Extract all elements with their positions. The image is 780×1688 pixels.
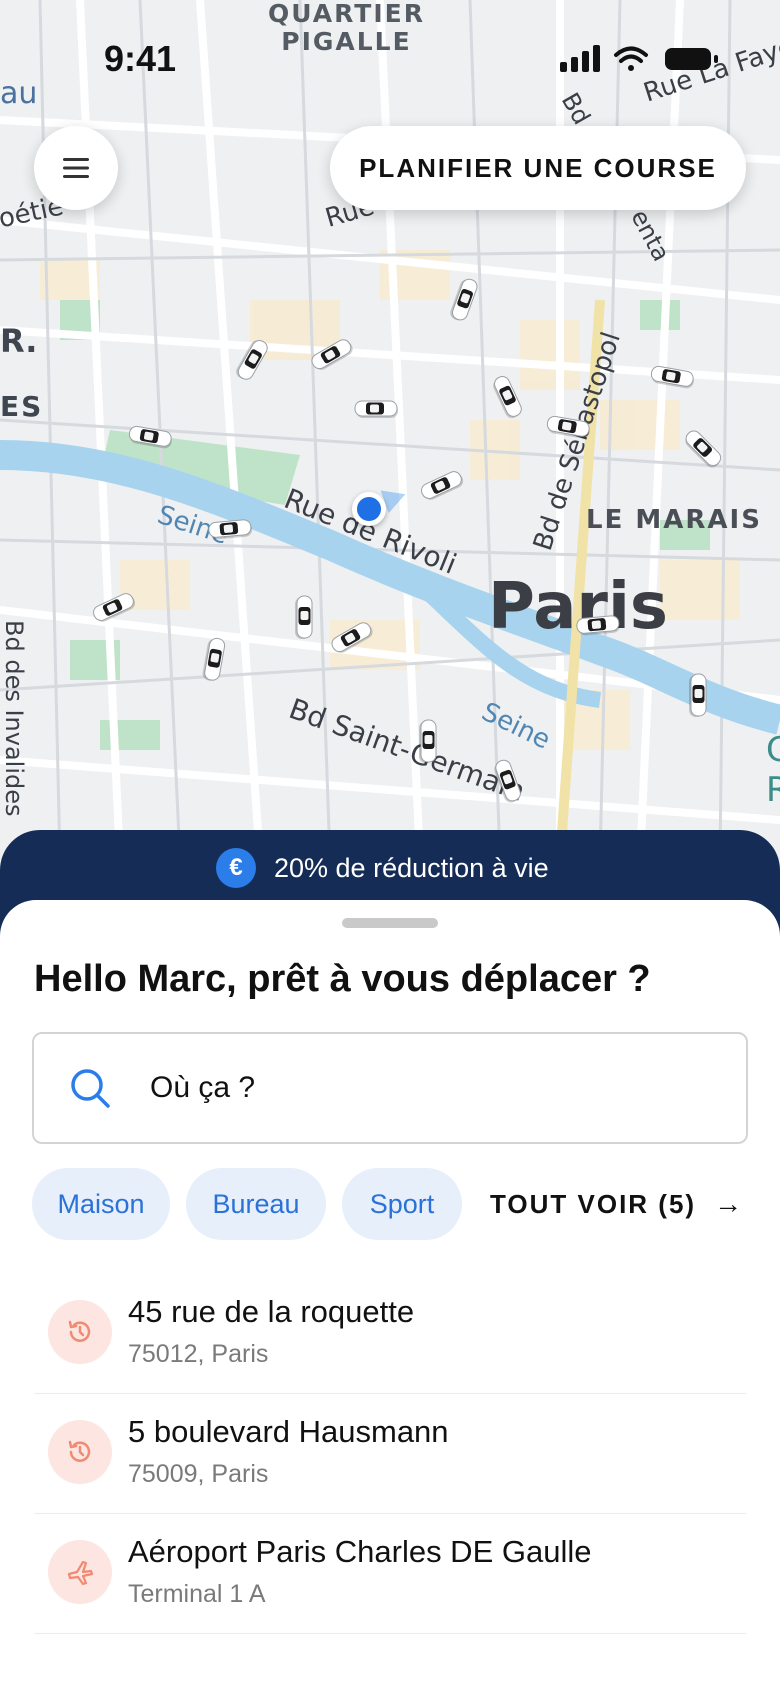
list-item[interactable]: 5 boulevard Hausmann 75009, Paris [34, 1394, 746, 1514]
see-all-label: TOUT VOIR (5) [490, 1188, 697, 1219]
greeting-title: Hello Marc, prêt à vous déplacer ? [34, 958, 651, 1000]
place-title: 5 boulevard Hausmann [128, 1414, 449, 1449]
search-text: Où ça ? [150, 1071, 256, 1104]
map-label-r: R. [0, 322, 38, 360]
menu-button[interactable] [34, 126, 118, 210]
euro-icon: € [216, 848, 256, 888]
chip-bureau[interactable]: Bureau [186, 1168, 326, 1240]
destination-search-input[interactable]: Où ça ? [32, 1032, 748, 1144]
signal-icon [560, 45, 600, 72]
map-label-le-marais: LE MARAIS [586, 505, 762, 535]
place-title: 45 rue de la roquette [128, 1294, 415, 1329]
battery-icon [665, 48, 718, 70]
place-subtitle: Terminal 1 A [128, 1580, 266, 1608]
status-icons [560, 44, 730, 79]
list-item[interactable]: Aéroport Paris Charles DE Gaulle Termina… [34, 1514, 746, 1634]
list-item[interactable]: 45 rue de la roquette 75012, Paris [34, 1274, 746, 1394]
wifi-icon [614, 46, 648, 71]
status-time: 9:41 [104, 38, 177, 79]
car-icon [575, 614, 623, 638]
arrow-right-icon: → [714, 1188, 745, 1219]
search-icon [71, 1069, 110, 1108]
sheet-handle[interactable] [342, 918, 438, 928]
history-icon [48, 1300, 112, 1364]
location-dot-icon [352, 492, 386, 526]
history-icon [48, 1420, 112, 1484]
recent-places-list: 45 rue de la roquette 75012, Paris 5 bou… [34, 1274, 746, 1634]
car-icon [354, 400, 400, 420]
place-subtitle: 75012, Paris [128, 1340, 269, 1368]
hamburger-menu-icon [63, 158, 89, 178]
car-icon [207, 518, 255, 542]
bottom-sheet: Hello Marc, prêt à vous déplacer ? Où ça… [0, 900, 780, 1688]
place-subtitle: 75009, Paris [128, 1460, 269, 1488]
map-label-quartier-pigalle: QUARTIER PIGALLE [268, 0, 425, 56]
map-label-au: au [0, 76, 38, 111]
chip-sport[interactable]: Sport [342, 1168, 462, 1240]
plan-ride-button[interactable]: PLANIFIER UNE COURSE [330, 126, 746, 210]
map-label-edge: C R [766, 730, 780, 810]
chip-maison[interactable]: Maison [32, 1168, 170, 1240]
map-label-es: ES [0, 390, 44, 423]
promo-text: 20% de réduction à vie [274, 852, 549, 883]
airplane-icon [48, 1540, 112, 1604]
place-title: Aéroport Paris Charles DE Gaulle [128, 1534, 592, 1569]
car-icon [417, 719, 437, 765]
shortcut-chips: Maison Bureau Sport TOUT VOIR (5) → [32, 1168, 744, 1240]
see-all-button[interactable]: TOUT VOIR (5) → [490, 1188, 744, 1220]
car-icon [687, 673, 707, 719]
car-icon [293, 595, 313, 641]
map-label-invalides: Bd des Invalides [0, 620, 28, 817]
